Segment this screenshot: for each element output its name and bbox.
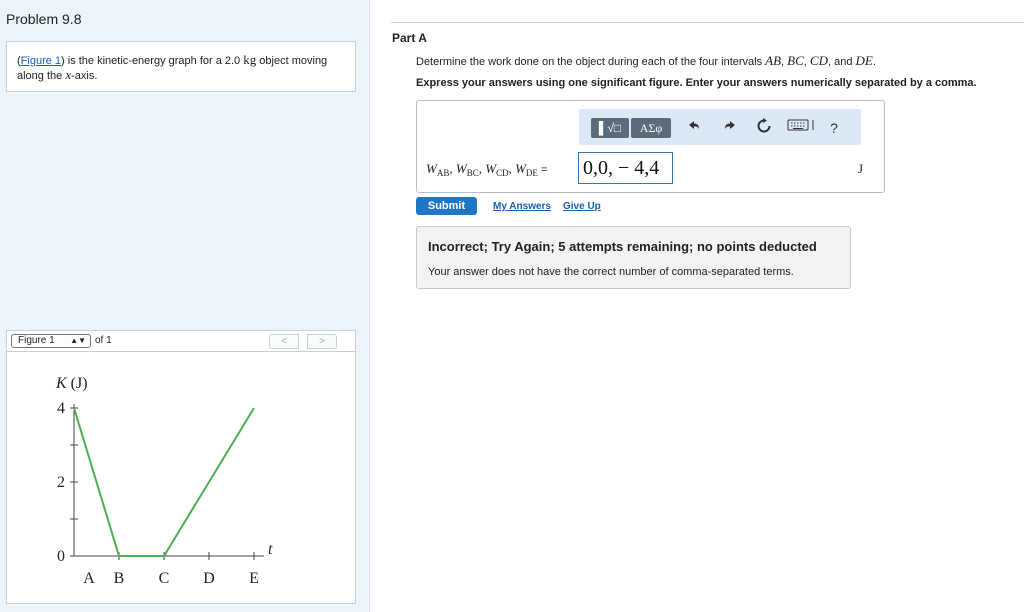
equals-sign: =	[541, 164, 548, 176]
keyboard-icon[interactable]	[785, 118, 819, 138]
give-up-link[interactable]: Give Up	[563, 201, 601, 212]
question-prefix: Determine the work done on the object du…	[416, 56, 766, 68]
unit-label: J	[858, 161, 864, 176]
work-var: W	[455, 161, 467, 176]
math-toolbar: ▌√□ AΣφ ?	[579, 109, 861, 145]
problem-title: Problem 9.8	[6, 11, 82, 27]
redo-icon[interactable]	[719, 118, 741, 138]
x-tick-label: B	[114, 570, 125, 587]
figure-navigation: Figure 1 ▲▼ of 1 < >	[6, 330, 356, 352]
select-arrows-icon: ▲▼	[70, 336, 86, 345]
figure-graph: 0 2 4 A B C D Et K (J)	[6, 352, 356, 604]
work-var: W	[515, 161, 526, 176]
question-text: Determine the work done on the object du…	[416, 53, 876, 68]
instruction-text: Express your answers using one significa…	[416, 77, 977, 89]
question-suffix: and	[834, 56, 856, 68]
interval-de: DE	[855, 53, 873, 68]
submit-button[interactable]: Submit	[416, 197, 477, 215]
intro-text-c: along the	[17, 70, 66, 82]
feedback-detail: Your answer does not have the correct nu…	[428, 266, 794, 278]
interval-bc: BC	[787, 53, 804, 68]
templates-button[interactable]: ▌√□	[591, 118, 629, 138]
interval-cd: CD	[809, 53, 828, 68]
y-tick-label: 4	[57, 400, 65, 417]
prev-figure-button[interactable]: <	[269, 334, 299, 349]
my-answers-link[interactable]: My Answers	[493, 201, 551, 212]
kinetic-energy-chart: 0 2 4 A B C D Et K (J)	[55, 375, 273, 587]
intro-text-a: ) is the kinetic-energy graph for a 2.0	[61, 55, 244, 67]
intro-text-d: -axis.	[71, 70, 98, 82]
work-var: W	[426, 161, 437, 176]
intro-text-b: object moving	[256, 55, 328, 67]
figure-count: of 1	[95, 335, 112, 346]
part-title: Part A	[392, 31, 427, 45]
figure-link[interactable]: Figure 1	[21, 55, 61, 67]
kinetic-energy-series-line	[73, 407, 255, 557]
answer-input[interactable]: 0,0, − 4,4	[578, 152, 673, 184]
intro-unit: kg	[243, 52, 257, 67]
y-tick-label: 2	[57, 474, 65, 491]
help-button[interactable]: ?	[823, 118, 845, 138]
feedback-box: Incorrect; Try Again; 5 attempts remaini…	[416, 226, 851, 289]
undo-icon[interactable]	[683, 118, 705, 138]
x-tick-label: D	[203, 570, 215, 587]
x-axis-var-label: t	[268, 541, 273, 558]
sub-cd: CD	[496, 168, 509, 178]
question-panel: Part A Determine the work done on the ob…	[371, 0, 1024, 612]
symbols-button[interactable]: AΣφ	[631, 118, 671, 138]
sub-de: DE	[525, 168, 538, 178]
answer-label: WAB, WBC, WCD, WDE =	[426, 161, 548, 178]
next-figure-button[interactable]: >	[307, 334, 337, 349]
reset-icon[interactable]	[753, 118, 775, 138]
interval-ab: AB	[765, 53, 782, 68]
sub-bc: BC	[466, 168, 479, 178]
y-tick-label: 0	[57, 548, 65, 565]
x-tick-label: C	[159, 570, 170, 587]
figure-select-value: Figure 1	[18, 335, 55, 346]
problem-panel: Problem 9.8 (Figure 1) is the kinetic-en…	[0, 0, 370, 612]
y-axis-label: K (J)	[55, 375, 88, 392]
figure-select[interactable]: Figure 1 ▲▼	[11, 334, 91, 348]
feedback-title: Incorrect; Try Again; 5 attempts remaini…	[428, 239, 817, 254]
problem-intro: (Figure 1) is the kinetic-energy graph f…	[6, 41, 356, 92]
divider	[391, 22, 1024, 23]
x-tick-label: A	[83, 570, 95, 587]
sub-ab: AB	[436, 168, 450, 178]
answer-box: ▌√□ AΣφ ? WAB, WBC, WCD, WDE = 0,0, − 4,…	[416, 100, 885, 193]
work-var: W	[485, 161, 497, 176]
x-tick-label: E	[249, 570, 259, 587]
